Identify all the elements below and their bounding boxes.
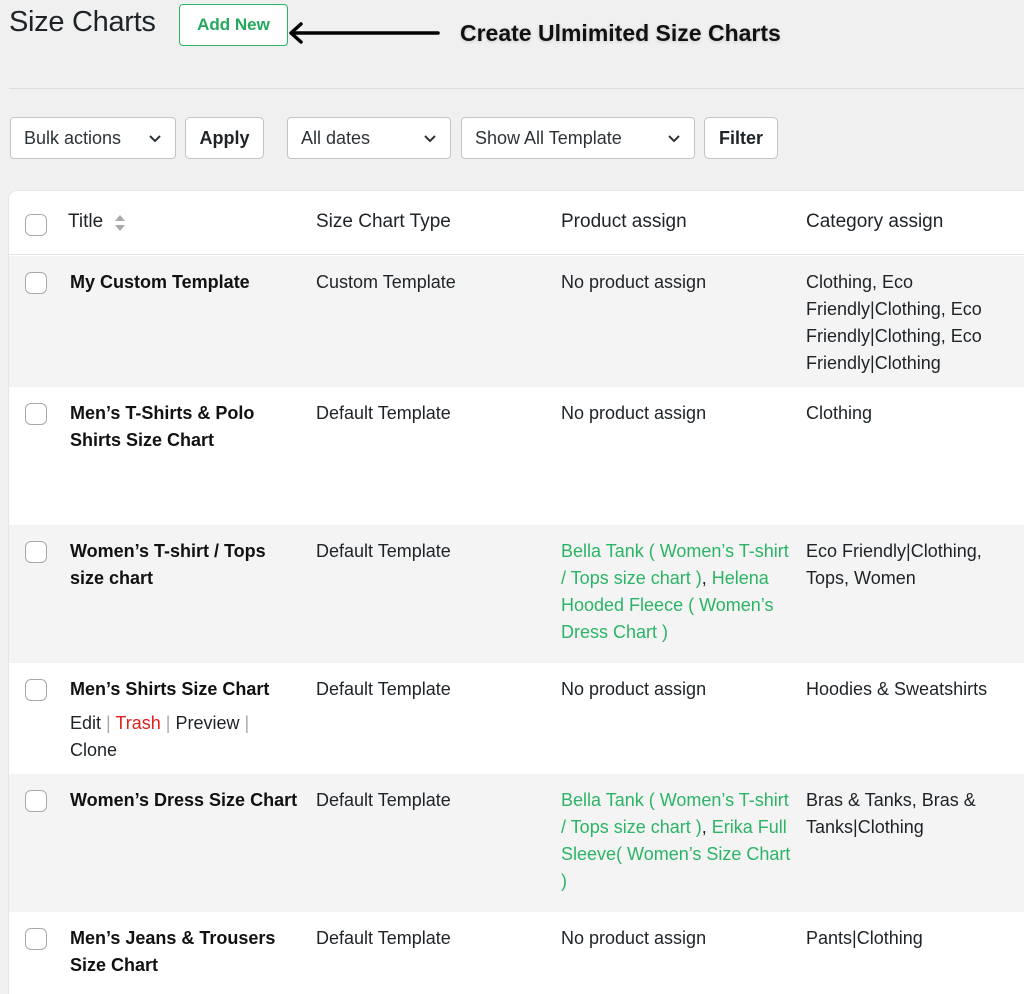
row-type: Default Template xyxy=(316,790,451,810)
row-title-link[interactable]: My Custom Template xyxy=(70,269,300,296)
row-product: No product assign xyxy=(561,928,707,948)
preview-link[interactable]: Preview xyxy=(175,713,239,733)
row-product: No product assign xyxy=(561,679,707,699)
table-row: Women’s Dress Size Chart Default Templat… xyxy=(9,774,1024,912)
row-category: Clothing, Eco Friendly|Clothing, Eco Fri… xyxy=(806,272,982,373)
row-type: Default Template xyxy=(316,403,451,423)
chevron-down-icon xyxy=(424,135,436,143)
column-title[interactable]: Title xyxy=(68,211,103,233)
row-checkbox[interactable] xyxy=(25,403,47,425)
product-separator: , xyxy=(701,817,707,837)
edit-link[interactable]: Edit xyxy=(70,713,101,733)
row-title-link[interactable]: Men’s T-Shirts & Polo Shirts Size Chart xyxy=(70,400,300,454)
table-header: Title Size Chart Type Product assign Cat… xyxy=(9,191,1024,255)
callout-text: Create Ulmimited Size Charts xyxy=(460,20,781,46)
row-product: Bella Tank ( Women’s T-shirt / Tops size… xyxy=(561,787,791,895)
row-title-link[interactable]: Women’s T-shirt / Tops size chart xyxy=(70,538,300,592)
size-charts-table: Title Size Chart Type Product assign Cat… xyxy=(9,191,1024,994)
clone-link[interactable]: Clone xyxy=(70,740,117,760)
trash-link[interactable]: Trash xyxy=(115,713,160,733)
row-checkbox[interactable] xyxy=(25,272,47,294)
row-checkbox[interactable] xyxy=(25,541,47,563)
row-type: Default Template xyxy=(316,928,451,948)
page-header: Size Charts Add New Create Ulmimited Siz… xyxy=(0,0,1024,88)
add-new-button[interactable]: Add New xyxy=(179,4,288,46)
page-title: Size Charts xyxy=(9,6,156,38)
template-filter-select[interactable]: Show All Template xyxy=(461,117,695,159)
row-title-link[interactable]: Women’s Dress Size Chart xyxy=(70,787,300,814)
row-category: Eco Friendly|Clothing, Tops, Women xyxy=(806,541,982,588)
chevron-down-icon xyxy=(668,135,680,143)
table-row: Women’s T-shirt / Tops size chart Defaul… xyxy=(9,525,1024,663)
dates-filter-select[interactable]: All dates xyxy=(287,117,451,159)
row-checkbox[interactable] xyxy=(25,790,47,812)
row-type: Default Template xyxy=(316,541,451,561)
row-product: No product assign xyxy=(561,403,707,423)
row-type: Default Template xyxy=(316,679,451,699)
table-row: My Custom Template Custom Template No pr… xyxy=(9,256,1024,387)
table-row: Men’s Jeans & Trousers Size Chart Defaul… xyxy=(9,912,1024,994)
dates-filter-value: All dates xyxy=(301,127,371,148)
row-product: No product assign xyxy=(561,272,707,292)
product-separator: , xyxy=(701,568,707,588)
table-row: Men’s T-Shirts & Polo Shirts Size Chart … xyxy=(9,387,1024,525)
row-actions: Edit | Trash | Preview | Clone xyxy=(70,710,290,764)
header-divider xyxy=(9,88,1024,89)
filter-button[interactable]: Filter xyxy=(704,117,778,159)
row-title-link[interactable]: Men’s Shirts Size Chart xyxy=(70,676,300,703)
row-type: Custom Template xyxy=(316,272,456,292)
select-all-checkbox[interactable] xyxy=(25,214,47,236)
row-category: Bras & Tanks, Bras & Tanks|Clothing xyxy=(806,790,976,837)
arrow-left-icon xyxy=(289,22,440,44)
column-category-assign: Category assign xyxy=(806,211,944,232)
bulk-actions-select[interactable]: Bulk actions xyxy=(10,117,176,159)
action-separator: | xyxy=(244,713,250,733)
row-category: Pants|Clothing xyxy=(806,928,923,948)
chevron-down-icon xyxy=(149,135,161,143)
column-product-assign: Product assign xyxy=(561,211,687,232)
action-separator: | xyxy=(106,713,111,733)
action-separator: | xyxy=(165,713,171,733)
bulk-actions-value: Bulk actions xyxy=(24,127,122,148)
sort-icon[interactable] xyxy=(114,212,126,234)
row-category: Clothing xyxy=(806,403,873,423)
table-row: Men’s Shirts Size Chart Edit | Trash | P… xyxy=(9,663,1024,774)
row-product: Bella Tank ( Women’s T-shirt / Tops size… xyxy=(561,538,791,646)
list-toolbar: Bulk actions Apply All dates Show All Te… xyxy=(0,117,1024,159)
column-size-chart-type: Size Chart Type xyxy=(316,211,451,232)
row-checkbox[interactable] xyxy=(25,679,47,701)
template-filter-value: Show All Template xyxy=(475,127,622,148)
row-checkbox[interactable] xyxy=(25,928,47,950)
apply-button[interactable]: Apply xyxy=(185,117,264,159)
row-category: Hoodies & Sweatshirts xyxy=(806,679,988,699)
row-title-link[interactable]: Men’s Jeans & Trousers Size Chart xyxy=(70,925,300,979)
